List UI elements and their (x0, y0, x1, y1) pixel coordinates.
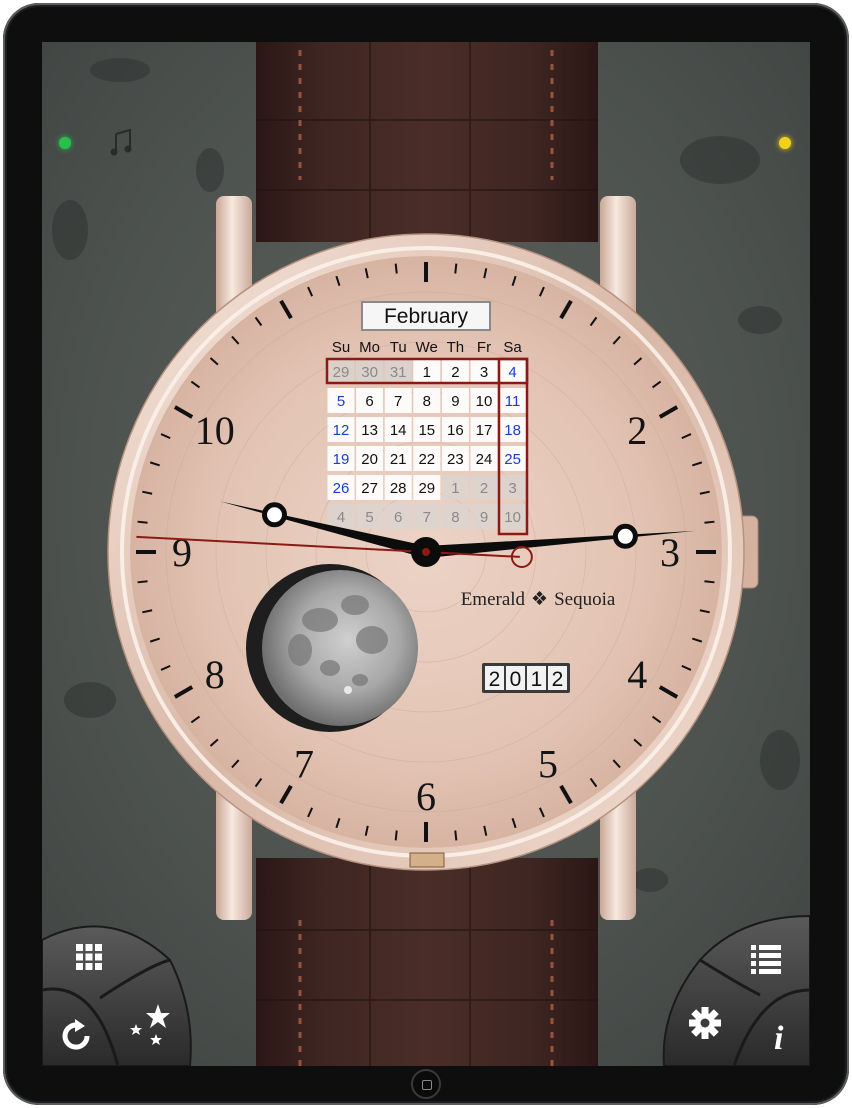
calendar-day[interactable]: 21 (390, 451, 407, 468)
calendar-day[interactable]: 1 (423, 364, 431, 381)
screen: 2 3 4 5 6 7 8 9 10 Emerald ❖ Sequoia 2 0… (42, 42, 810, 1066)
case-bottom-marker (409, 852, 445, 868)
calendar-day[interactable]: 26 (333, 480, 350, 497)
status-yellow-dot (779, 137, 791, 149)
grid-icon (76, 944, 102, 970)
gear-icon (689, 1007, 721, 1039)
svg-text:i: i (774, 1020, 784, 1055)
list-button[interactable] (748, 940, 784, 976)
grid-button[interactable] (72, 940, 106, 974)
calendar-day[interactable]: 17 (476, 422, 493, 439)
calendar-day[interactable]: 6 (394, 509, 402, 526)
year-digit: 0 (510, 668, 522, 691)
music-note-icon[interactable] (108, 128, 136, 156)
calendar-day[interactable]: 31 (390, 364, 407, 381)
calendar-day[interactable]: 10 (504, 509, 521, 526)
year-digit: 1 (531, 668, 543, 691)
calendar-day[interactable]: 29 (418, 480, 435, 497)
watch-scene: 2345678910 Emerald ❖ Sequoia 2 0 1 2 Feb… (42, 42, 810, 1066)
calendar-day[interactable]: 15 (418, 422, 435, 439)
hour-numeral: 7 (294, 741, 314, 786)
weekday-header: We (416, 339, 438, 356)
calendar-day[interactable]: 2 (480, 480, 488, 497)
calendar-day[interactable]: 27 (361, 480, 378, 497)
info-button[interactable]: i (762, 1016, 796, 1056)
minute-tick (454, 263, 458, 274)
year-digit: 2 (489, 668, 501, 691)
minute-tick (394, 263, 398, 274)
calendar-day[interactable]: 3 (508, 480, 516, 497)
calendar-month: February (384, 305, 469, 328)
calendar-day[interactable]: 3 (480, 364, 488, 381)
watch-strap-bottom (256, 858, 598, 1066)
calendar-day[interactable]: 24 (476, 451, 493, 468)
calendar-day[interactable]: 2 (451, 364, 459, 381)
minute-tick (454, 830, 458, 841)
tablet-device: 2 3 4 5 6 7 8 9 10 Emerald ❖ Sequoia 2 0… (0, 0, 852, 1108)
info-icon: i (774, 1020, 784, 1055)
weekday-header: Th (447, 339, 465, 356)
weekday-header: Tu (390, 339, 407, 356)
calendar-day[interactable]: 8 (451, 509, 459, 526)
hour-numeral: 9 (172, 530, 192, 575)
weekday-header: Su (332, 339, 350, 356)
minute-tick (137, 520, 148, 524)
calendar-day[interactable]: 11 (505, 393, 521, 410)
calendar-day[interactable]: 19 (333, 451, 350, 468)
calendar-day[interactable]: 28 (390, 480, 407, 497)
calendar-day[interactable]: 10 (476, 393, 493, 410)
weekday-header: Mo (359, 339, 380, 356)
list-icon (751, 945, 781, 974)
home-button[interactable] (411, 1069, 441, 1099)
refresh-button[interactable] (56, 1016, 96, 1056)
calendar-day[interactable]: 16 (447, 422, 464, 439)
brand-logo: Emerald ❖ Sequoia (461, 589, 616, 610)
calendar-day[interactable]: 5 (365, 509, 373, 526)
calendar-day[interactable]: 4 (337, 509, 345, 526)
hour-numeral: 5 (538, 741, 558, 786)
hour-numeral: 8 (205, 652, 225, 697)
calendar-day[interactable]: 7 (423, 509, 431, 526)
center-pin (422, 548, 430, 556)
calendar-day[interactable]: 22 (418, 451, 435, 468)
calendar-day[interactable]: 30 (361, 364, 378, 381)
calendar-day[interactable]: 6 (365, 393, 373, 410)
minute-tick (394, 830, 398, 841)
calendar-day[interactable]: 13 (361, 422, 378, 439)
calendar-day[interactable]: 4 (508, 364, 516, 381)
year-digit: 2 (552, 668, 564, 691)
minute-tick (137, 580, 148, 584)
calendar-day[interactable]: 8 (423, 393, 431, 410)
calendar-day[interactable]: 18 (504, 422, 521, 439)
hour-numeral: 10 (195, 408, 235, 453)
calendar-day[interactable]: 1 (451, 480, 459, 497)
settings-button[interactable] (686, 1004, 724, 1042)
hour-numeral: 6 (416, 774, 436, 819)
calendar-day[interactable]: 20 (361, 451, 378, 468)
hour-numeral: 2 (627, 408, 647, 453)
weekday-header: Sa (503, 339, 522, 356)
refresh-icon (62, 1019, 90, 1050)
favorites-button[interactable] (126, 1002, 172, 1048)
hour-hand-ring (612, 523, 638, 549)
hour-numeral: 3 (660, 530, 680, 575)
calendar-day[interactable]: 9 (480, 509, 488, 526)
calendar-day[interactable]: 25 (504, 451, 521, 468)
calendar-day[interactable]: 9 (451, 393, 459, 410)
status-green-dot (59, 137, 71, 149)
stars-icon (130, 1004, 170, 1045)
watch-strap-top (256, 42, 598, 242)
calendar-day[interactable]: 12 (333, 422, 350, 439)
calendar-day[interactable]: 7 (394, 393, 402, 410)
year-window: 2012 (482, 663, 570, 693)
calendar-day[interactable]: 5 (337, 393, 345, 410)
hour-numeral: 4 (627, 652, 647, 697)
minute-tick (704, 520, 715, 524)
calendar-day[interactable]: 23 (447, 451, 464, 468)
calendar-day[interactable]: 29 (333, 364, 350, 381)
minute-tick (704, 580, 715, 584)
minute-hand-ring (262, 502, 288, 528)
calendar-day[interactable]: 14 (390, 422, 407, 439)
weekday-header: Fr (477, 339, 491, 356)
